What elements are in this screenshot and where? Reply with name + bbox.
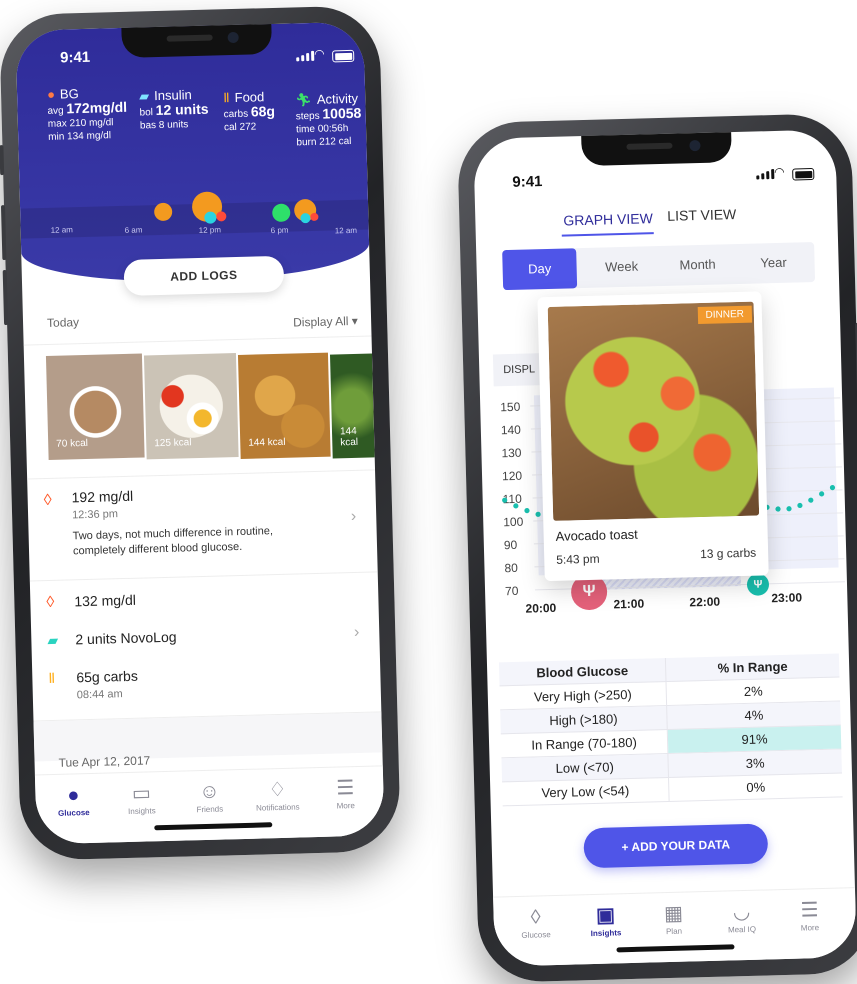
chart-icon: ▣ [595, 904, 616, 927]
today-label: Today [46, 315, 80, 330]
menu-icon: ☰ [800, 899, 819, 922]
syringe-icon: ▰ [47, 631, 59, 649]
tab-glucose[interactable]: ● Glucose [45, 782, 102, 818]
timeline-label: 6 am [124, 225, 143, 235]
x-tick: 20:00 [525, 600, 557, 616]
bottom-tab-bar: ◊ Glucose ▣ Insights ▦ Plan ◡ Meal IQ ☰ … [493, 887, 857, 967]
date-header: Tue Apr 12, 2017 [58, 753, 151, 770]
meal-title: Avocado toast [555, 526, 638, 544]
segment-week[interactable]: Week [584, 246, 659, 288]
meal-carbs: 13 g carbs [699, 545, 757, 562]
battery-icon [792, 167, 815, 181]
status-time: 9:41 [59, 48, 91, 67]
drop-icon: ◊ [43, 491, 52, 510]
fork-knife-icon: Ⅱ [48, 669, 56, 687]
right-phone: 9:41 ◠ GRAPH VIEW LIST VIEW Day Week Mon… [456, 112, 857, 984]
timeline-label: 12 pm [198, 225, 222, 235]
menu-icon: ☰ [336, 777, 355, 800]
wifi-icon: ◠ [774, 164, 785, 180]
tab-more[interactable]: ☰ More [317, 775, 374, 811]
chevron-right-icon: › [350, 507, 357, 526]
log-entry-insulin[interactable]: ▰ 2 units NovoLog › [31, 623, 380, 662]
column-header: % In Range [717, 658, 788, 676]
tab-notifications[interactable]: ♢ Notifications [249, 776, 306, 813]
log-entry-glucose-note[interactable]: ◊ 192 mg/dl 12:36 pm Two days, not much … [27, 481, 377, 576]
tab-meal-iq[interactable]: ◡ Meal IQ [713, 898, 770, 935]
display-all-dropdown[interactable]: Display All ▾ [293, 314, 358, 330]
syringe-icon: ▰ [138, 88, 150, 104]
log-entry-glucose[interactable]: ◊ 132 mg/dl [30, 585, 379, 624]
graph-view-underline [561, 232, 654, 237]
notch [581, 132, 732, 167]
left-screen: 9:41 ◠ ● BG avg 172mg/dl max 210 mg/dl mi… [15, 21, 385, 845]
drop-icon: ● [67, 784, 80, 807]
right-screen: 9:41 ◠ GRAPH VIEW LIST VIEW Day Week Mon… [473, 129, 857, 967]
tab-plan[interactable]: ▦ Plan [645, 900, 702, 936]
add-logs-button[interactable]: ADD LOGS [123, 255, 285, 296]
bell-icon: ♢ [268, 778, 287, 802]
drop-icon: ◊ [530, 906, 541, 929]
timeline-label: 12 am [50, 225, 73, 235]
status-time: 9:41 [512, 173, 543, 191]
chevron-right-icon: › [353, 623, 360, 642]
tab-glucose[interactable]: ◊ Glucose [507, 904, 564, 940]
tab-list-view[interactable]: LIST VIEW [667, 206, 736, 224]
wifi-icon: ◠ [313, 46, 325, 61]
tab-insights[interactable]: ▭ Insights [113, 780, 170, 816]
bowl-icon: ◡ [732, 900, 751, 924]
battery-icon [332, 49, 355, 63]
insulin-stat: ▰ Insulin bol 12 units bas 8 units [138, 87, 209, 132]
runner-icon: 🏃︎ [295, 91, 313, 108]
x-tick: 23:00 [771, 590, 803, 606]
tab-more[interactable]: ☰ More [781, 897, 838, 933]
summary-header: 9:41 ◠ ● BG avg 172mg/dl max 210 mg/dl mi… [15, 21, 370, 286]
bg-stat: ● BG avg 172mg/dl max 210 mg/dl min 134 m… [46, 86, 128, 143]
photo-croissants[interactable]: 144 kcal [237, 352, 331, 459]
activity-stat: 🏃︎ Activity steps 10058 time 00:56h burn … [295, 90, 362, 149]
meal-time: 5:43 pm [556, 551, 600, 567]
smiley-icon: ☺ [198, 780, 220, 804]
range-segmented-control: Day Week Month Year [502, 241, 816, 291]
tab-insights[interactable]: ▣ Insights [577, 902, 634, 938]
fork-knife-icon: Ψ [582, 582, 596, 601]
segment-month[interactable]: Month [660, 244, 735, 286]
x-tick: 22:00 [689, 594, 721, 610]
photo-coffee[interactable]: 70 kcal [45, 353, 145, 460]
add-your-data-button[interactable]: + ADD YOUR DATA [583, 823, 769, 869]
drop-icon: ● [46, 86, 56, 102]
time-in-range-table: Blood Glucose % In Range Very High (>250… [498, 653, 843, 807]
timeline-label: 6 pm [270, 225, 289, 236]
chart-icon: ▭ [131, 782, 152, 805]
calendar-icon: ▦ [663, 902, 684, 926]
notch [121, 23, 273, 58]
timeline-label: 12 am [334, 225, 358, 236]
segment-day[interactable]: Day [502, 248, 578, 291]
signal-icon [756, 169, 775, 180]
meal-tooltip-card[interactable]: DINNER Avocado toast 5:43 pm 13 g carbs [537, 291, 769, 582]
signal-icon [296, 50, 315, 62]
tab-friends[interactable]: ☺ Friends [181, 778, 238, 815]
photo-salad[interactable]: 144 kcal [329, 353, 375, 459]
photo-eggs-tomato[interactable]: 125 kcal [143, 353, 239, 460]
fork-knife-icon: Ψ [753, 578, 763, 591]
tab-graph-view[interactable]: GRAPH VIEW [563, 210, 653, 228]
column-header: Blood Glucose [498, 658, 667, 686]
segment-year[interactable]: Year [736, 242, 811, 284]
meal-badge: DINNER [697, 305, 753, 325]
log-entry-carbs[interactable]: Ⅱ 65g carbs 08:44 am [32, 661, 381, 710]
fork-knife-icon: Ⅱ [223, 90, 230, 106]
drop-icon: ◊ [46, 593, 55, 612]
x-tick: 21:00 [613, 596, 645, 612]
food-stat: Ⅱ Food carbs 68g cal 272 [223, 89, 276, 134]
left-phone: 9:41 ◠ ● BG avg 172mg/dl max 210 mg/dl mi… [0, 5, 402, 861]
bottom-tab-bar: ● Glucose ▭ Insights ☺ Friends ♢ Notific… [34, 765, 385, 845]
meal-photo [547, 301, 760, 521]
